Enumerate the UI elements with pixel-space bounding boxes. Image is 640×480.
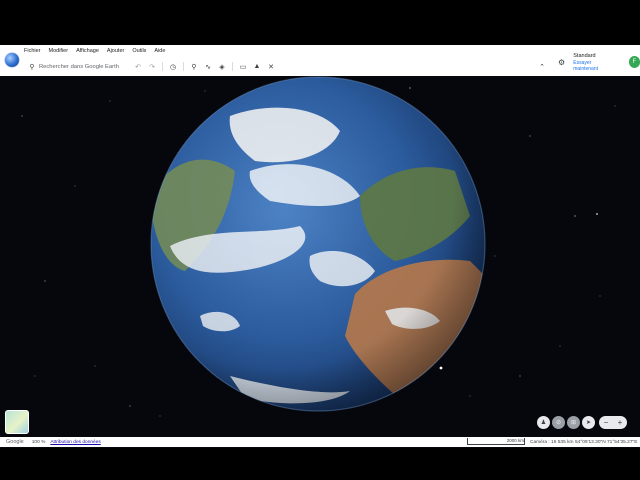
toolbar-divider — [232, 62, 233, 71]
menu-aide[interactable]: Aide — [150, 48, 169, 54]
tilt-icon[interactable]: ⊘ — [552, 416, 565, 429]
plan-label: Standard — [573, 52, 596, 59]
cursor-coordinates: 54°09'13.30"N 71°54'35.27"E — [575, 439, 638, 445]
toolbar-icons: ↶ ↷ ◷ ⚲ ∿ ◈ ▭ ▲ ✕ — [131, 60, 278, 73]
zoom-level: 100 % — [31, 439, 46, 445]
google-logo: Google — [6, 439, 24, 445]
zoom-in-button[interactable]: + — [618, 418, 623, 427]
camera-altitude: Caméra : 16 535 km — [530, 439, 574, 445]
layers-icon[interactable]: ◈ — [215, 60, 229, 73]
history-icon[interactable]: ◷ — [166, 60, 180, 73]
placemark-icon[interactable]: ⚲ — [187, 60, 201, 73]
redo-icon[interactable]: ↷ — [145, 60, 159, 73]
search-box[interactable]: ⚲ Rechercher dans Google Earth — [27, 60, 127, 73]
menu-fichier[interactable]: Fichier — [20, 48, 45, 54]
map-controls: ♟ ⊘ ⊞ ➤ − + — [537, 416, 627, 429]
toolbar: ⚲ Rechercher dans Google Earth ↶ ↷ ◷ ⚲ ∿… — [0, 57, 640, 76]
gear-icon[interactable]: ⚙ — [556, 58, 567, 67]
google-earth-logo — [5, 53, 19, 67]
status-bar: Google 100 % Attribution des données 200… — [0, 437, 640, 447]
zoom-out-button[interactable]: − — [604, 418, 609, 427]
menu-modifier[interactable]: Modifier — [45, 48, 73, 54]
map-style-thumbnail[interactable] — [5, 410, 29, 434]
account-panel: ⚙ Standard Essayer maintenant F — [556, 52, 640, 72]
upgrade-link[interactable]: Essayer maintenant — [573, 60, 614, 72]
undo-icon[interactable]: ↶ — [131, 60, 145, 73]
pegman-icon[interactable]: ♟ — [537, 416, 550, 429]
menu-outils[interactable]: Outils — [128, 48, 150, 54]
collapse-toolbar-icon[interactable]: ⌃ — [536, 60, 548, 73]
overlay-icon[interactable]: ▭ — [236, 60, 250, 73]
search-input[interactable]: Rechercher dans Google Earth — [39, 64, 119, 70]
zoom-control: − + — [599, 416, 627, 429]
search-icon: ⚲ — [29, 63, 35, 71]
3d-toggle-icon[interactable]: ⊞ — [567, 416, 580, 429]
scale-bar: 2000 km — [467, 438, 525, 445]
menu-affichage[interactable]: Affichage — [72, 48, 103, 54]
toolbar-divider — [183, 62, 184, 71]
menu-ajouter[interactable]: Ajouter — [103, 48, 128, 54]
menu-bar: Fichier Modifier Affichage Ajouter Outil… — [0, 45, 640, 57]
plan-info: Standard Essayer maintenant — [573, 53, 614, 72]
measure-icon[interactable]: ✕ — [264, 60, 278, 73]
path-icon[interactable]: ∿ — [201, 60, 215, 73]
photo-icon[interactable]: ▲ — [250, 60, 264, 73]
compass-icon[interactable]: ➤ — [582, 416, 595, 429]
avatar[interactable]: F — [628, 56, 640, 68]
toolbar-divider — [162, 62, 163, 71]
google-earth-window: Fichier Modifier Affichage Ajouter Outil… — [0, 45, 640, 448]
attribution-link[interactable]: Attribution des données — [50, 440, 100, 445]
globe-view[interactable] — [0, 76, 640, 437]
